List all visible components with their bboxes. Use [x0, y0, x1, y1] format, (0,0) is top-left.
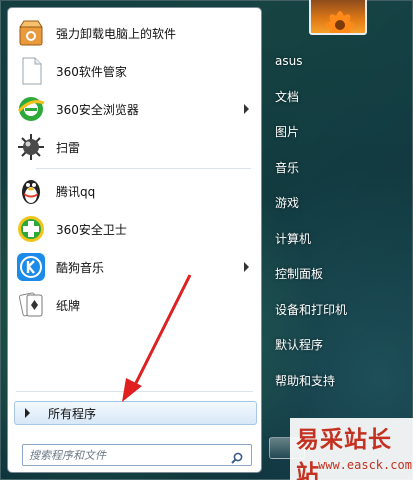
divider: [36, 168, 251, 169]
expand-arrow-icon: [25, 408, 30, 418]
watermark-url: www.easck.com: [318, 458, 412, 472]
360-browser-icon: [16, 94, 46, 124]
submenu-arrow-icon[interactable]: [244, 104, 249, 114]
search-box[interactable]: [22, 444, 252, 466]
program-item-uninstaller[interactable]: 强力卸载电脑上的软件: [8, 14, 261, 52]
divider: [16, 391, 253, 392]
program-item-solitaire[interactable]: 纸牌: [8, 286, 261, 324]
uninstall-box-icon: [16, 18, 46, 48]
search-icon[interactable]: [231, 449, 243, 464]
recent-programs-list: 腾讯qq 360安全卫士 酷狗音乐 纸牌: [8, 172, 261, 324]
program-label: 扫雷: [56, 140, 81, 155]
program-item-minesweeper[interactable]: 扫雷: [8, 128, 261, 166]
right-links-panel: asus 文档 图片 音乐 游戏 计算机 控制面板 设备和打印机 默认程序 帮助…: [269, 43, 409, 398]
program-item-kugou-music[interactable]: 酷狗音乐: [8, 248, 261, 286]
flower-picture-icon: [326, 11, 354, 33]
link-devices-printers[interactable]: 设备和打印机: [269, 292, 409, 328]
program-label: 强力卸载电脑上的软件: [56, 26, 177, 41]
link-control-panel[interactable]: 控制面板: [269, 256, 409, 292]
kugou-music-icon: [16, 252, 46, 282]
program-label: 360软件管家: [56, 64, 127, 79]
pinned-programs-list: 强力卸载电脑上的软件 360软件管家 360安全浏览器 扫雷: [8, 14, 261, 166]
blank-document-icon: [16, 56, 46, 86]
link-documents[interactable]: 文档: [269, 79, 409, 115]
link-computer[interactable]: 计算机: [269, 221, 409, 257]
program-label: 360安全卫士: [56, 222, 127, 237]
programs-panel: 强力卸载电脑上的软件 360软件管家 360安全浏览器 扫雷 腾讯qq 360安…: [7, 7, 262, 473]
program-label: 纸牌: [56, 298, 81, 313]
qq-penguin-icon: [16, 176, 46, 206]
360-guard-icon: [16, 214, 46, 244]
link-help-support[interactable]: 帮助和支持: [269, 363, 409, 399]
program-item-360-software-manager[interactable]: 360软件管家: [8, 52, 261, 90]
start-menu: 强力卸载电脑上的软件 360软件管家 360安全浏览器 扫雷 腾讯qq 360安…: [0, 0, 413, 480]
watermark: 易采站长站 www.easck.com: [290, 418, 413, 480]
link-pictures[interactable]: 图片: [269, 114, 409, 150]
solitaire-cards-icon: [16, 290, 46, 320]
minesweeper-mine-icon: [16, 132, 46, 162]
submenu-arrow-icon[interactable]: [244, 262, 249, 272]
all-programs-label: 所有程序: [48, 406, 97, 421]
link-default-programs[interactable]: 默认程序: [269, 327, 409, 363]
program-label: 酷狗音乐: [56, 260, 105, 275]
link-music[interactable]: 音乐: [269, 150, 409, 186]
program-item-360-guard[interactable]: 360安全卫士: [8, 210, 261, 248]
link-user-folder[interactable]: asus: [269, 43, 409, 79]
all-programs-button[interactable]: 所有程序: [14, 401, 257, 425]
search-input[interactable]: [29, 448, 219, 462]
program-label: 360安全浏览器: [56, 102, 139, 117]
link-games[interactable]: 游戏: [269, 185, 409, 221]
user-avatar[interactable]: [309, 0, 367, 35]
program-label: 腾讯qq: [56, 184, 96, 199]
program-item-360-browser[interactable]: 360安全浏览器: [8, 90, 261, 128]
program-item-qq[interactable]: 腾讯qq: [8, 172, 261, 210]
